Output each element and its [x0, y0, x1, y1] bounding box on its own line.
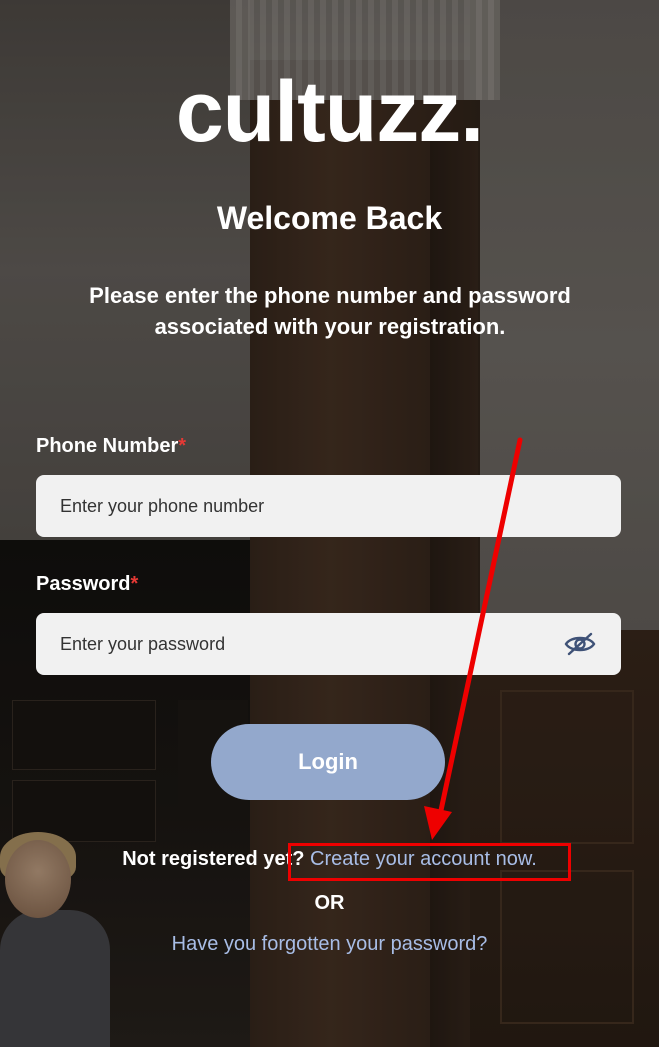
- phone-label: Phone Number*: [36, 435, 186, 458]
- required-mark: *: [130, 573, 139, 595]
- forgot-password-link[interactable]: Have you forgotten your password?: [0, 933, 659, 956]
- not-registered-text: Not registered yet?: [122, 848, 305, 870]
- brand-logo: cultuzz.: [175, 64, 484, 160]
- phone-input[interactable]: [36, 475, 621, 537]
- create-account-link[interactable]: Create your account now.: [310, 848, 537, 870]
- required-mark: *: [178, 435, 187, 457]
- or-divider: OR: [314, 892, 345, 914]
- eye-slash-icon[interactable]: [563, 631, 597, 657]
- password-label-text: Password: [36, 573, 131, 595]
- password-field: [36, 613, 621, 675]
- password-input[interactable]: [36, 613, 621, 675]
- page-subtitle: Please enter the phone number and passwo…: [89, 283, 571, 339]
- phone-label-text: Phone Number: [36, 435, 179, 457]
- login-button[interactable]: Login: [211, 724, 445, 800]
- phone-field: [36, 475, 621, 537]
- password-label: Password*: [36, 573, 138, 596]
- page-title: Welcome Back: [216, 200, 443, 236]
- login-screen: cultuzz. Welcome Back Please enter the p…: [0, 0, 659, 1047]
- register-prompt: Not registered yet? Create your account …: [0, 848, 659, 871]
